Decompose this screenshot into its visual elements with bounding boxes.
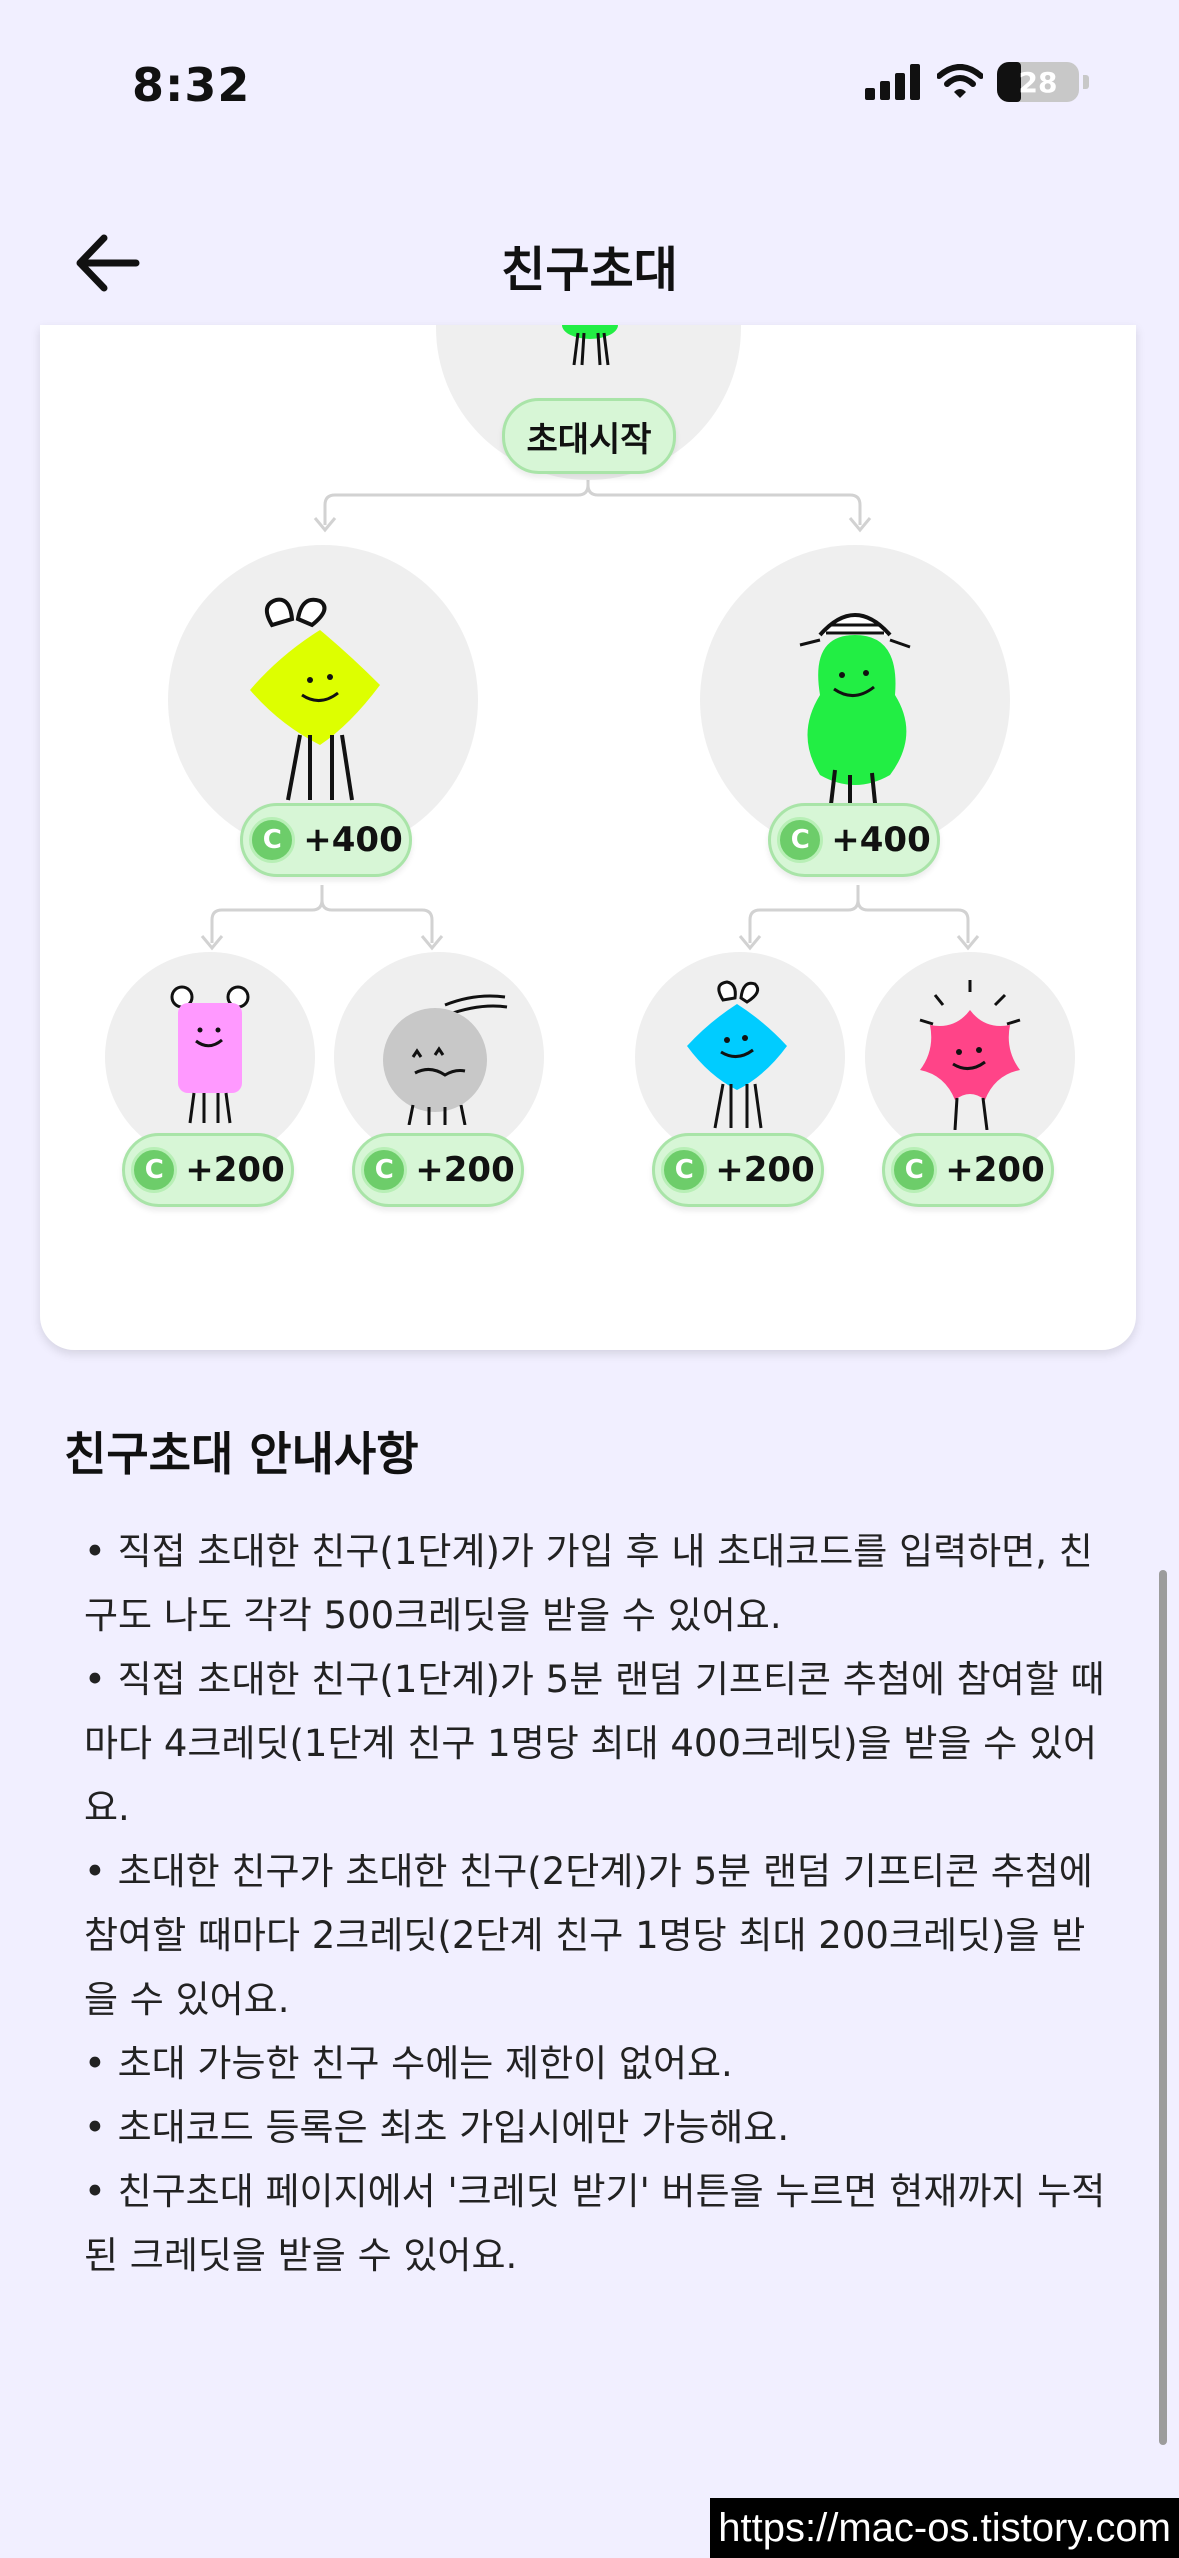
status-time: 8:32: [132, 58, 251, 112]
gray-cloud-character-icon: [383, 994, 508, 1125]
reward-amount: +400: [831, 820, 931, 860]
start-invite-label: 초대시작: [526, 419, 652, 460]
invite-tree-card: 초대시작 C +400 C +400 C +200 C +200 C +200 …: [40, 325, 1136, 1350]
credit-coin-icon: C: [777, 817, 824, 863]
level2-reward-badge: C +200: [652, 1133, 824, 1207]
watermark: https://mac-os.tistory.com: [710, 2498, 1179, 2558]
level2-reward-badge: C +200: [352, 1133, 524, 1207]
level2-reward-badge: C +200: [882, 1133, 1054, 1207]
credit-coin-icon: C: [361, 1147, 408, 1193]
pink-star-character-icon: [919, 980, 1021, 1130]
info-item: • 직접 초대한 친구(1단계)가 5분 랜덤 기프티콘 추첨에 참여할 때마다…: [84, 1658, 1105, 1829]
credit-coin-icon: C: [131, 1147, 178, 1193]
reward-amount: +200: [185, 1150, 285, 1190]
blue-bow-character-icon: [687, 980, 787, 1129]
status-bar: 8:32 28: [0, 0, 1179, 180]
reward-amount: +400: [303, 820, 403, 860]
reward-amount: +200: [715, 1150, 815, 1190]
header: 친구초대: [0, 200, 1179, 325]
scrollbar[interactable]: [1159, 1570, 1167, 2445]
credit-coin-icon: C: [249, 817, 296, 863]
info-list: • 직접 초대한 친구(1단계)가 가입 후 내 초대코드를 입력하면, 친구도…: [84, 1520, 1114, 2288]
wifi-icon: [937, 64, 983, 98]
level1-reward-badge: C +400: [768, 803, 940, 877]
page-title: 친구초대: [501, 242, 678, 298]
battery-icon: 28: [997, 62, 1079, 102]
start-invite-button[interactable]: 초대시작: [502, 398, 676, 474]
level1-reward-badge: C +400: [240, 803, 412, 877]
info-item: • 초대한 친구가 초대한 친구(2단계)가 5분 랜덤 기프티콘 추첨에 참여…: [84, 1850, 1093, 2021]
pink-bear-character-icon: [170, 985, 250, 1124]
info-item: • 친구초대 페이지에서 '크레딧 받기' 버튼을 누르면 현재까지 누적된 크…: [84, 2170, 1106, 2277]
level2-reward-badge: C +200: [122, 1133, 294, 1207]
reward-amount: +200: [945, 1150, 1045, 1190]
info-item: • 초대 가능한 친구 수에는 제한이 없어요.: [84, 2042, 733, 2085]
info-title: 친구초대 안내사항: [64, 1427, 419, 1481]
green-character-icon: [562, 325, 618, 366]
yellow-bow-character-icon: [250, 597, 380, 801]
credit-coin-icon: C: [891, 1147, 938, 1193]
status-icons: 28: [865, 62, 1089, 102]
battery-level: 28: [1018, 66, 1058, 99]
info-item: • 초대코드 등록은 최초 가입시에만 가능해요.: [84, 2106, 790, 2149]
signal-icon: [865, 64, 920, 100]
reward-amount: +200: [415, 1150, 515, 1190]
info-item: • 직접 초대한 친구(1단계)가 가입 후 내 초대코드를 입력하면, 친구도…: [84, 1530, 1093, 1637]
green-hat-character-icon: [799, 613, 911, 814]
credit-coin-icon: C: [661, 1147, 708, 1193]
